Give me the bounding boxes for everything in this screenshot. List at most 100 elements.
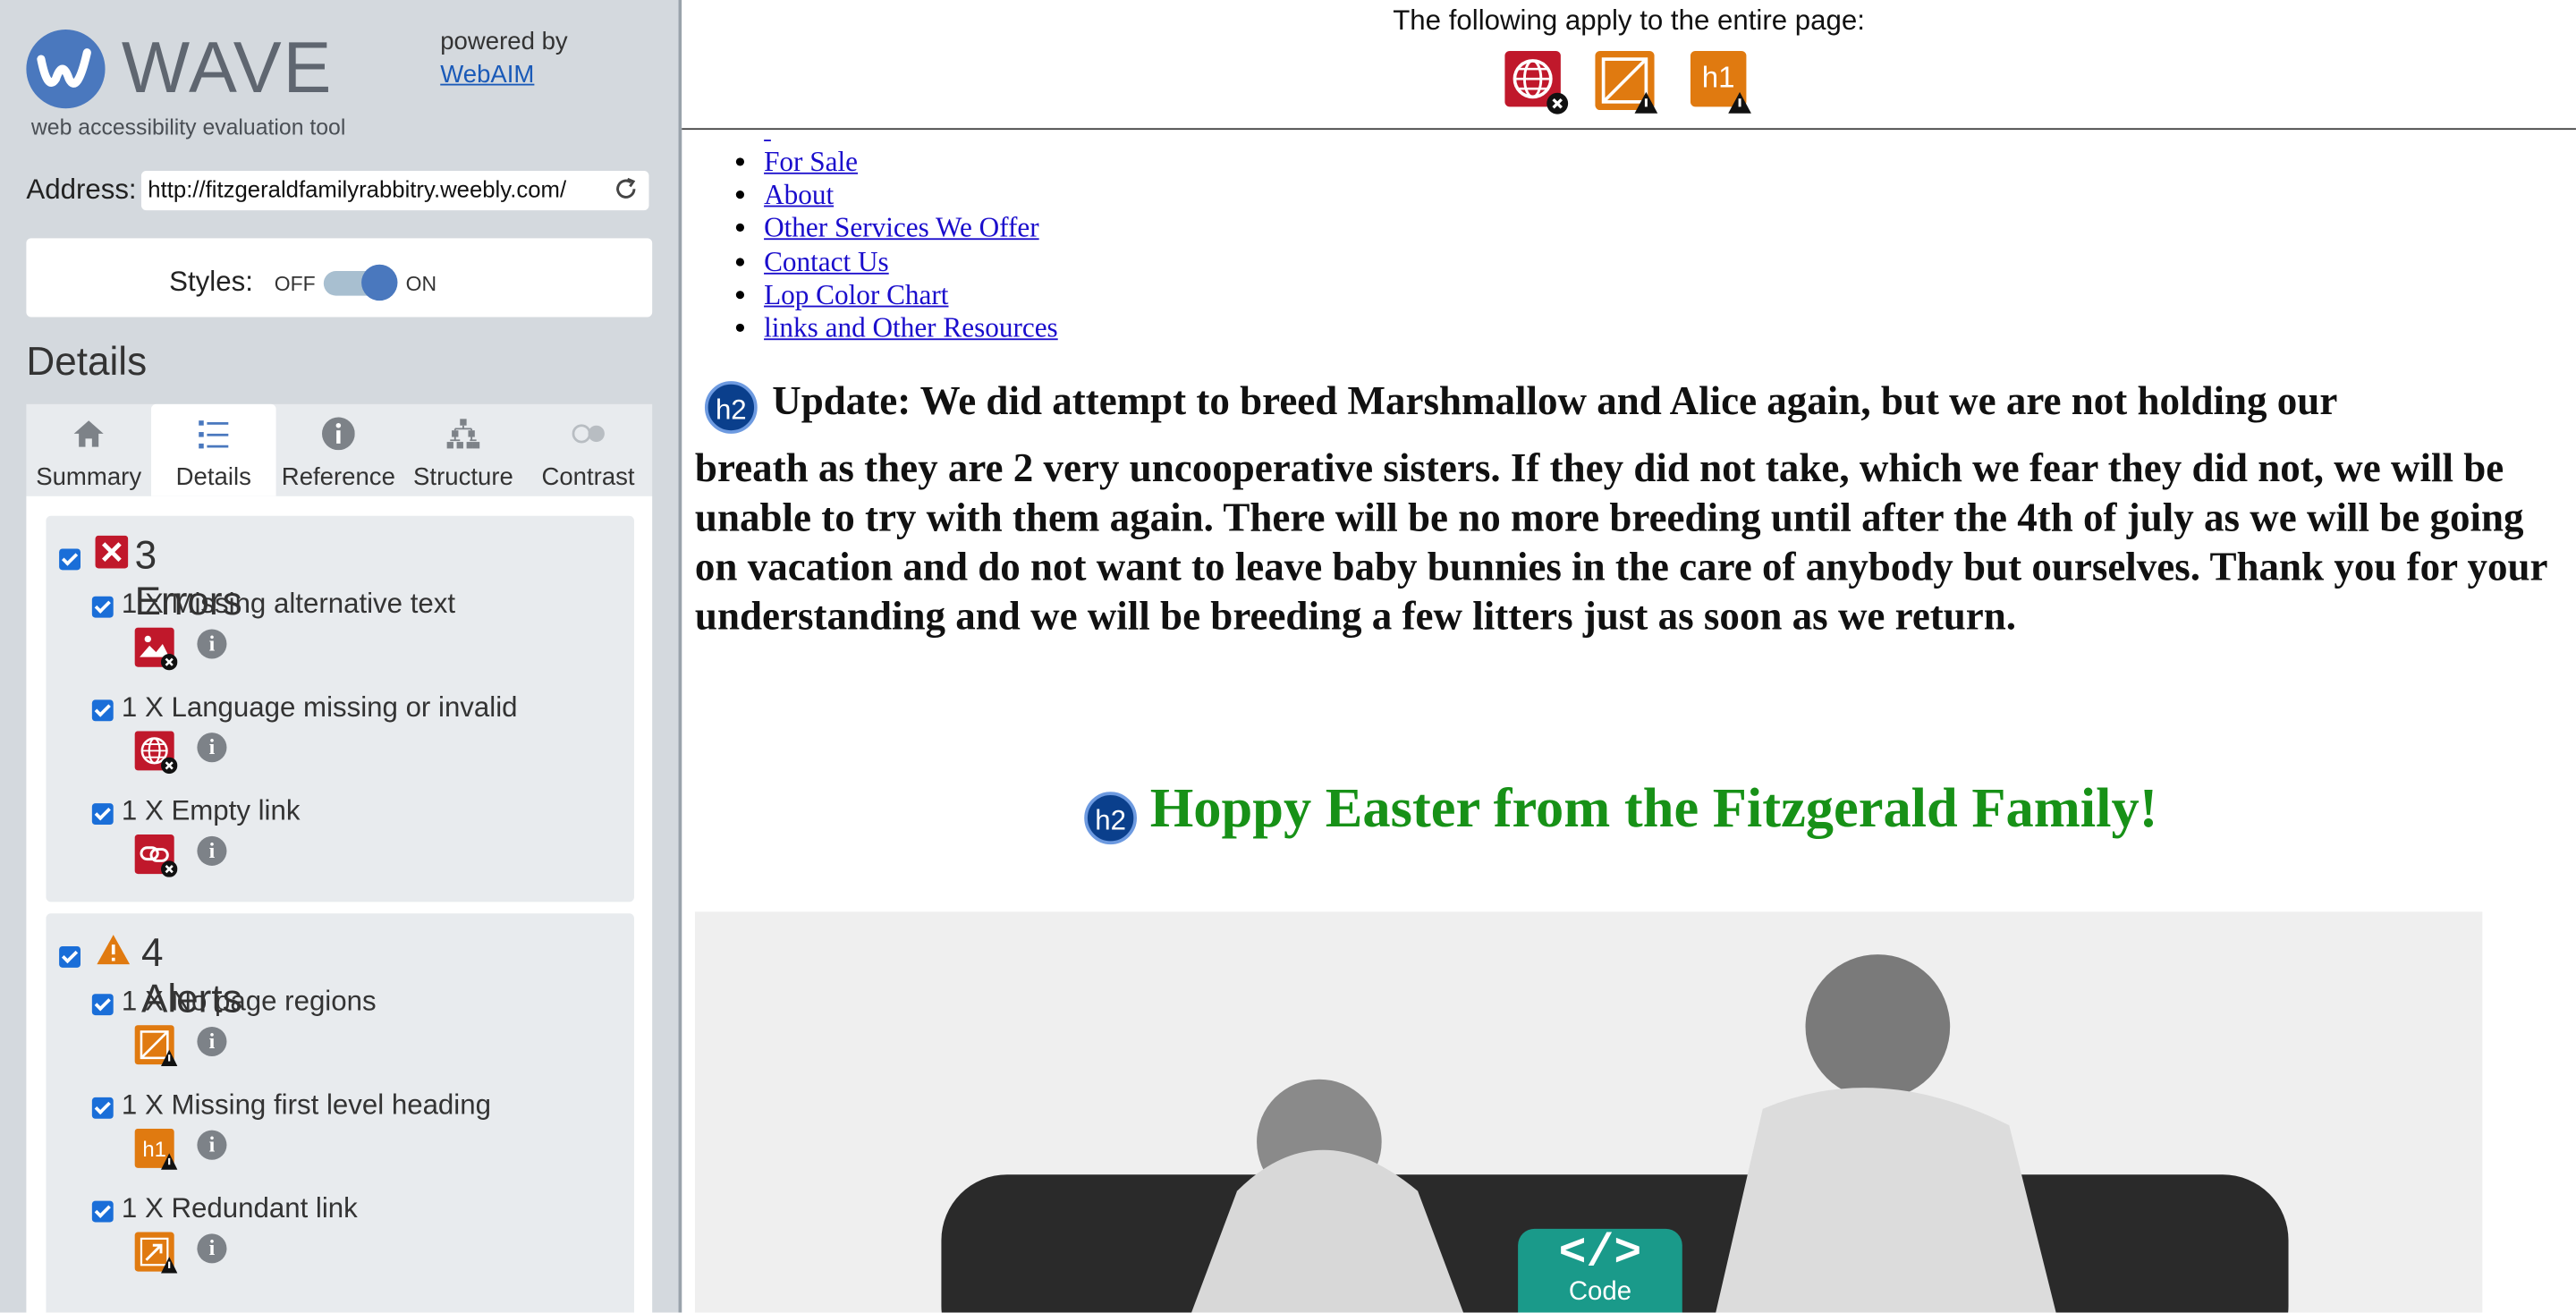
redundant-link-checkbox[interactable] xyxy=(91,1200,114,1223)
redundant-link-icon[interactable] xyxy=(134,1232,178,1275)
h2-badge-update[interactable]: h2 xyxy=(704,381,758,434)
h1-alert-label: h1 xyxy=(1701,60,1735,94)
nav-link-partial[interactable] xyxy=(764,130,771,145)
errors-group: 3 Errors 1 X Missing alternative text i … xyxy=(46,515,634,902)
nav-link-resources[interactable]: links and Other Resources xyxy=(764,312,1058,343)
tab-details-label: Details xyxy=(175,462,251,492)
address-bar: Address: xyxy=(26,171,652,214)
nav-item: links and Other Resources xyxy=(764,312,1058,345)
svg-text:h1: h1 xyxy=(142,1138,166,1162)
tab-details[interactable]: Details xyxy=(150,403,276,496)
styles-on-label: ON xyxy=(405,272,437,296)
alert-item-redundant-link: 1 X Redundant link i xyxy=(91,1192,634,1294)
empty-link-label: 1 X Empty link xyxy=(121,794,301,826)
site-nav-list: For Sale About Other Services We Offer C… xyxy=(764,130,1058,345)
info-icon xyxy=(321,417,355,451)
update-heading-rest: breath as they are 2 very uncooperative … xyxy=(694,446,2547,640)
h1-alert-icon[interactable]: h1 xyxy=(1689,49,1754,114)
tab-summary-label: Summary xyxy=(36,462,142,492)
nav-link-contact[interactable]: Contact Us xyxy=(764,246,889,277)
no-regions-info-icon[interactable]: i xyxy=(197,1026,227,1056)
code-toggle-button[interactable]: </> Code xyxy=(1518,1228,1682,1313)
redundant-link-info-icon[interactable]: i xyxy=(197,1233,227,1264)
missing-h1-info-icon[interactable]: i xyxy=(197,1130,227,1160)
address-input[interactable] xyxy=(148,175,602,202)
wave-logo-word: WAVE xyxy=(121,28,334,109)
nav-link-about[interactable]: About xyxy=(764,180,834,211)
tab-structure[interactable]: Structure xyxy=(401,404,526,496)
no-regions-checkbox[interactable] xyxy=(91,994,114,1016)
error-icon xyxy=(95,535,129,569)
redundant-link-label: 1 X Redundant link xyxy=(121,1192,358,1224)
styles-off-label: OFF xyxy=(274,272,316,296)
powered-by-text: powered by xyxy=(440,28,568,56)
language-info-icon[interactable]: i xyxy=(197,733,227,763)
language-label: 1 X Language missing or invalid xyxy=(121,691,518,724)
no-regions-icon[interactable] xyxy=(134,1025,178,1068)
missing-alt-info-icon[interactable]: i xyxy=(197,629,227,659)
missing-alt-label: 1 X Missing alternative text xyxy=(121,588,456,620)
errors-checkbox[interactable] xyxy=(59,548,80,571)
missing-alt-checkbox[interactable] xyxy=(91,596,114,618)
alert-item-missing-h1: 1 X Missing first level heading h1 i xyxy=(91,1089,634,1191)
styles-toggle-box: Styles: OFF ON xyxy=(26,238,653,318)
h2-badge-easter[interactable]: h2 xyxy=(1084,792,1137,845)
nav-link-lop-color[interactable]: Lop Color Chart xyxy=(764,279,948,310)
wave-logo-icon xyxy=(26,30,106,109)
page-content: For Sale About Other Services We Offer C… xyxy=(682,130,2576,1313)
nav-item: Contact Us xyxy=(764,246,1058,279)
missing-h1-checkbox[interactable] xyxy=(91,1097,114,1119)
error-item-missing-alt: 1 X Missing alternative text i xyxy=(91,588,634,690)
contrast-toggle-icon xyxy=(572,424,605,444)
hierarchy-icon xyxy=(446,419,480,449)
styles-label: Styles: xyxy=(169,266,253,298)
tab-reference[interactable]: Reference xyxy=(276,404,402,496)
empty-link-info-icon[interactable]: i xyxy=(197,835,227,866)
nav-item: About xyxy=(764,180,1058,213)
page-level-issues-bar: The following apply to the entire page: … xyxy=(682,0,2576,131)
nav-link-other-services[interactable]: Other Services We Offer xyxy=(764,213,1039,244)
code-label: Code xyxy=(1568,1277,1632,1307)
page-level-label: The following apply to the entire page: xyxy=(1393,4,1865,37)
nav-item-partial xyxy=(764,130,1058,146)
details-heading: Details xyxy=(26,340,148,385)
wave-sidebar: WAVE web accessibility evaluation tool p… xyxy=(0,0,682,1313)
h1-missing-icon[interactable]: h1 xyxy=(134,1128,178,1172)
styles-toggle-knob[interactable] xyxy=(361,264,398,301)
update-heading-first-line: Update: We did attempt to breed Marshmal… xyxy=(772,379,2338,424)
powered-by: powered by WebAIM xyxy=(440,26,567,91)
no-regions-label: 1 X No page regions xyxy=(121,986,377,1017)
language-error-icon[interactable] xyxy=(1504,49,1569,114)
details-panel: 3 Errors 1 X Missing alternative text i … xyxy=(26,496,653,1313)
tab-contrast[interactable]: Contrast xyxy=(526,404,651,496)
panel-tabs: Summary Details Reference Structure Cont… xyxy=(26,403,653,496)
tab-summary[interactable]: Summary xyxy=(26,404,151,496)
alerts-group: 4 Alerts 1 X No page regions i 1 X Missi… xyxy=(46,913,634,1313)
missing-alt-icon[interactable] xyxy=(134,627,178,671)
tab-structure-label: Structure xyxy=(413,462,513,492)
nav-item: For Sale xyxy=(764,146,1058,179)
alerts-checkbox[interactable] xyxy=(59,945,80,968)
address-label: Address: xyxy=(26,174,137,206)
language-icon[interactable] xyxy=(134,731,178,775)
language-checkbox[interactable] xyxy=(91,699,114,722)
webaim-link[interactable]: WebAIM xyxy=(440,59,567,92)
empty-link-icon[interactable] xyxy=(134,834,178,877)
tab-reference-label: Reference xyxy=(281,462,395,492)
home-icon xyxy=(73,420,104,447)
tab-contrast-label: Contrast xyxy=(541,462,635,492)
refresh-icon[interactable] xyxy=(613,176,639,202)
alert-item-no-regions: 1 X No page regions i xyxy=(91,986,634,1088)
nav-item: Other Services We Offer xyxy=(764,213,1058,246)
error-item-language: 1 X Language missing or invalid i xyxy=(91,691,634,793)
empty-link-checkbox[interactable] xyxy=(91,803,114,826)
missing-h1-label: 1 X Missing first level heading xyxy=(121,1089,491,1121)
no-regions-alert-icon[interactable] xyxy=(1594,49,1659,114)
code-icon: </> xyxy=(1558,1228,1642,1280)
easter-heading: Hoppy Easter from the Fitzgerald Family! xyxy=(1149,778,2158,840)
wave-tagline: web accessibility evaluation tool xyxy=(30,114,346,140)
nav-item: Lop Color Chart xyxy=(764,279,1058,312)
nav-link-for-sale[interactable]: For Sale xyxy=(764,146,858,177)
alert-icon xyxy=(97,935,131,965)
error-item-empty-link: 1 X Empty link i xyxy=(91,794,634,897)
